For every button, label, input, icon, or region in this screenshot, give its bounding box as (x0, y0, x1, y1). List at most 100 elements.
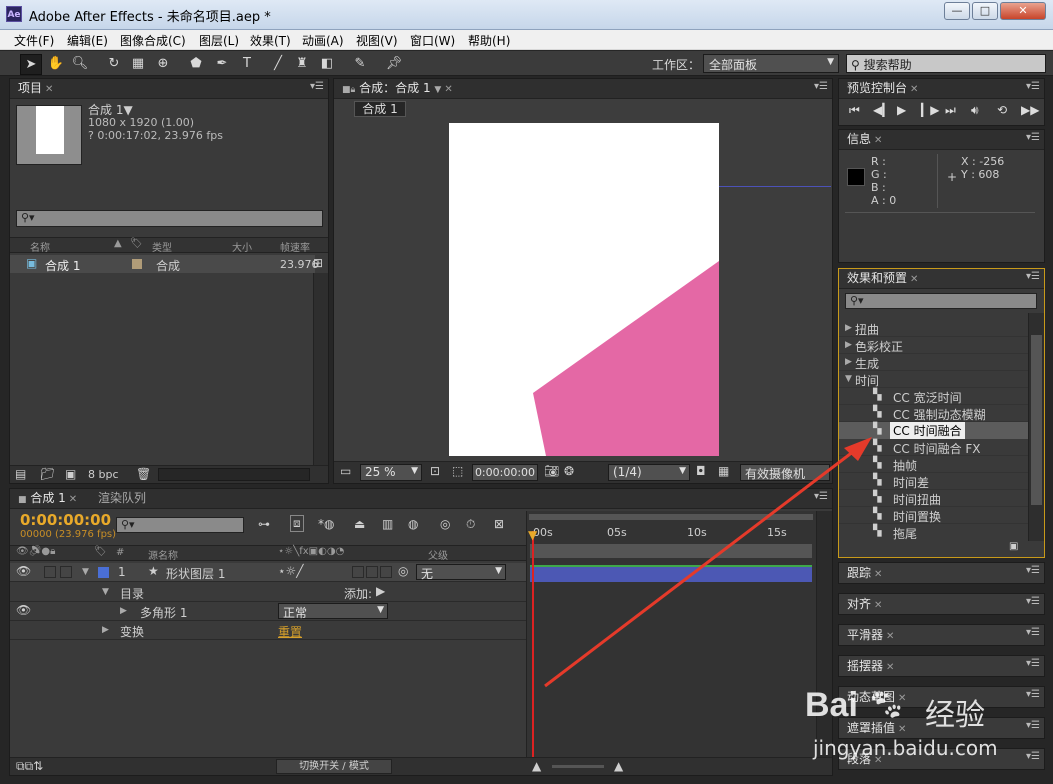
expand-arrow-icon[interactable]: ▶ (120, 606, 127, 616)
layer-name[interactable]: 形状图层 1 (166, 565, 225, 582)
pickwhip-icon[interactable]: ◎ (398, 564, 408, 578)
loop-icon[interactable]: ⟲ (997, 103, 1007, 117)
comp-canvas[interactable] (449, 123, 719, 456)
tab-align[interactable]: 对齐 ✕ (843, 595, 886, 613)
panel-menu-icon[interactable]: ▾☰ (1026, 132, 1040, 143)
next-frame-icon[interactable]: ▎▶ (921, 103, 939, 117)
transform-row[interactable]: ▶ 变换 重置 (10, 621, 526, 640)
eye-icon[interactable]: 👁︎ (16, 603, 31, 617)
audio-icon[interactable]: 🔊︎ (971, 103, 979, 118)
transparency-grid-icon[interactable]: ▦ (718, 464, 729, 478)
panel-menu-icon[interactable]: ▾☰ (814, 81, 828, 92)
last-frame-icon[interactable]: ⏭ (945, 103, 956, 118)
motion-blur-icon[interactable]: ◍ (408, 517, 418, 531)
tab-info[interactable]: 信息 ✕ (843, 130, 886, 148)
close-icon[interactable]: ✕ (910, 84, 918, 95)
close-icon[interactable]: ✕ (444, 84, 452, 95)
scrollbar-thumb[interactable] (1031, 335, 1042, 505)
close-icon[interactable]: ✕ (45, 84, 53, 95)
switch-checkbox[interactable] (352, 566, 364, 578)
panel-menu-icon[interactable]: ▾☰ (1026, 720, 1040, 731)
menu-help[interactable]: 帮助(H) (468, 32, 510, 49)
tab-paragraph[interactable]: 段落 ✕ (843, 750, 886, 768)
graph-editor-icon[interactable]: ⊠ (494, 517, 504, 531)
panel-menu-icon[interactable]: ▾☰ (1026, 689, 1040, 700)
column-size[interactable]: 大小 (232, 239, 252, 254)
panel-menu-icon[interactable]: ▾☰ (1026, 596, 1040, 607)
rotate-tool-icon[interactable]: ↻ (104, 54, 124, 73)
zoom-in-icon[interactable]: ▲ (614, 759, 623, 773)
close-icon[interactable]: ✕ (898, 693, 906, 704)
timeline-vscrollbar[interactable] (816, 511, 832, 775)
play-icon[interactable]: ▶ (897, 103, 906, 117)
effect-item[interactable]: ▚ CC 宽泛时间 (839, 388, 1028, 405)
close-icon[interactable]: ✕ (874, 135, 882, 146)
eraser-tool-icon[interactable]: ◧ (317, 54, 337, 73)
comp-mini-flowchart-icon[interactable]: ⊶ (258, 517, 270, 531)
expand-layer-switches-icon[interactable]: ⧉⧉⇅ (16, 759, 43, 774)
toggle-switches-modes-button[interactable]: 切换开关 / 模式 (276, 759, 392, 774)
tab-tracker[interactable]: 跟踪 ✕ (843, 564, 886, 582)
zoom-out-icon[interactable]: ▲ (532, 759, 541, 773)
zoom-slider[interactable] (552, 765, 604, 768)
layer-switches-icon[interactable]: ⋆☼╱ (278, 564, 304, 578)
lock-checkbox[interactable] (60, 566, 72, 578)
current-time-display[interactable]: 0:00:00:00 (472, 464, 538, 481)
lock-icon[interactable]: ■🔒︎ (342, 85, 355, 95)
show-channel-icon[interactable]: ❂ (564, 464, 574, 478)
comp-navigator-tab[interactable]: 合成 1 (354, 101, 406, 117)
minimize-button[interactable]: — (944, 2, 970, 20)
close-icon[interactable]: ✕ (886, 631, 894, 642)
label-color-swatch[interactable] (132, 259, 142, 269)
workspace-select[interactable]: 全部面板 ▼ (703, 54, 839, 73)
switch-checkbox[interactable] (380, 566, 392, 578)
switch-checkbox[interactable] (366, 566, 378, 578)
project-search-input[interactable]: ⚲▾ (16, 210, 323, 227)
tab-smoother[interactable]: 平滑器 ✕ (843, 626, 898, 644)
snapshot-icon[interactable]: 📷︎ (544, 464, 559, 478)
stopwatch-icon[interactable]: ⏱ (466, 517, 475, 532)
interpret-footage-icon[interactable]: ▤ (15, 467, 26, 481)
new-comp-icon[interactable]: ▣ (65, 467, 76, 481)
contents-row[interactable]: ▼ 目录 添加: ▶ (10, 583, 526, 602)
effects-scrollbar[interactable] (1028, 313, 1044, 541)
polygon-row[interactable]: 👁︎ ▶ 多角形 1 正常 ▼ (10, 602, 526, 621)
add-arrow-icon[interactable]: ▶ (376, 584, 385, 598)
safe-margins-icon[interactable]: ⊡ (430, 464, 440, 478)
expand-arrow-icon[interactable]: ▶ (845, 323, 852, 333)
panel-menu-icon[interactable]: ▾☰ (1026, 658, 1040, 669)
close-icon[interactable]: ✕ (910, 274, 918, 285)
collapse-arrow-icon[interactable]: ▼ (102, 587, 109, 597)
timeline-timecode[interactable]: 0:00:00:00 (20, 511, 111, 529)
tab-mask-interpolation[interactable]: 遮罩插值 ✕ (843, 719, 910, 737)
solo-checkbox[interactable] (44, 566, 56, 578)
camera-select[interactable]: 有效摄像机 (740, 464, 830, 481)
expand-arrow-icon[interactable]: ▶ (845, 357, 852, 367)
brainstorm-icon[interactable]: ◎ (440, 517, 450, 531)
close-icon[interactable]: ✕ (886, 662, 894, 673)
hand-tool-icon[interactable]: ✋ (46, 54, 66, 73)
effects-category-open[interactable]: ▼ 时间 (839, 371, 1028, 388)
column-fps[interactable]: 帧速率 (280, 239, 310, 254)
effect-item[interactable]: ▚ 时间扭曲 (839, 490, 1028, 507)
text-tool-icon[interactable]: T (237, 54, 257, 73)
first-frame-icon[interactable]: ⏮ (849, 103, 860, 118)
chevron-down-icon[interactable]: ▼ (434, 85, 441, 95)
close-icon[interactable]: ✕ (874, 755, 882, 766)
expand-arrow-icon[interactable]: ▶ (102, 625, 109, 635)
expand-arrow-icon[interactable]: ▶ (845, 340, 852, 350)
panel-menu-icon[interactable]: ▾☰ (1026, 627, 1040, 638)
effect-item[interactable]: ▚ CC 时间融合 FX (839, 439, 1028, 456)
timeline-search-input[interactable]: ⚲▾ (116, 517, 244, 533)
flowchart-icon[interactable]: ⊞ (313, 256, 323, 270)
project-scrollbar[interactable] (313, 273, 328, 465)
blend-mode-select[interactable]: 正常 ▼ (278, 603, 388, 620)
hide-shy-layers-icon[interactable]: ⏏ (354, 517, 365, 531)
bit-depth[interactable]: 8 bpc (88, 468, 119, 481)
column-parent[interactable]: 父级 (428, 547, 448, 562)
tab-effects-presets[interactable]: 效果和预置 ✕ (843, 269, 922, 287)
tab-preview[interactable]: 预览控制台 ✕ (843, 79, 922, 97)
menu-effect[interactable]: 效果(T) (250, 32, 291, 49)
column-name[interactable]: 名称 (30, 239, 50, 254)
mask-visibility-icon[interactable]: ⬚ (452, 464, 463, 478)
